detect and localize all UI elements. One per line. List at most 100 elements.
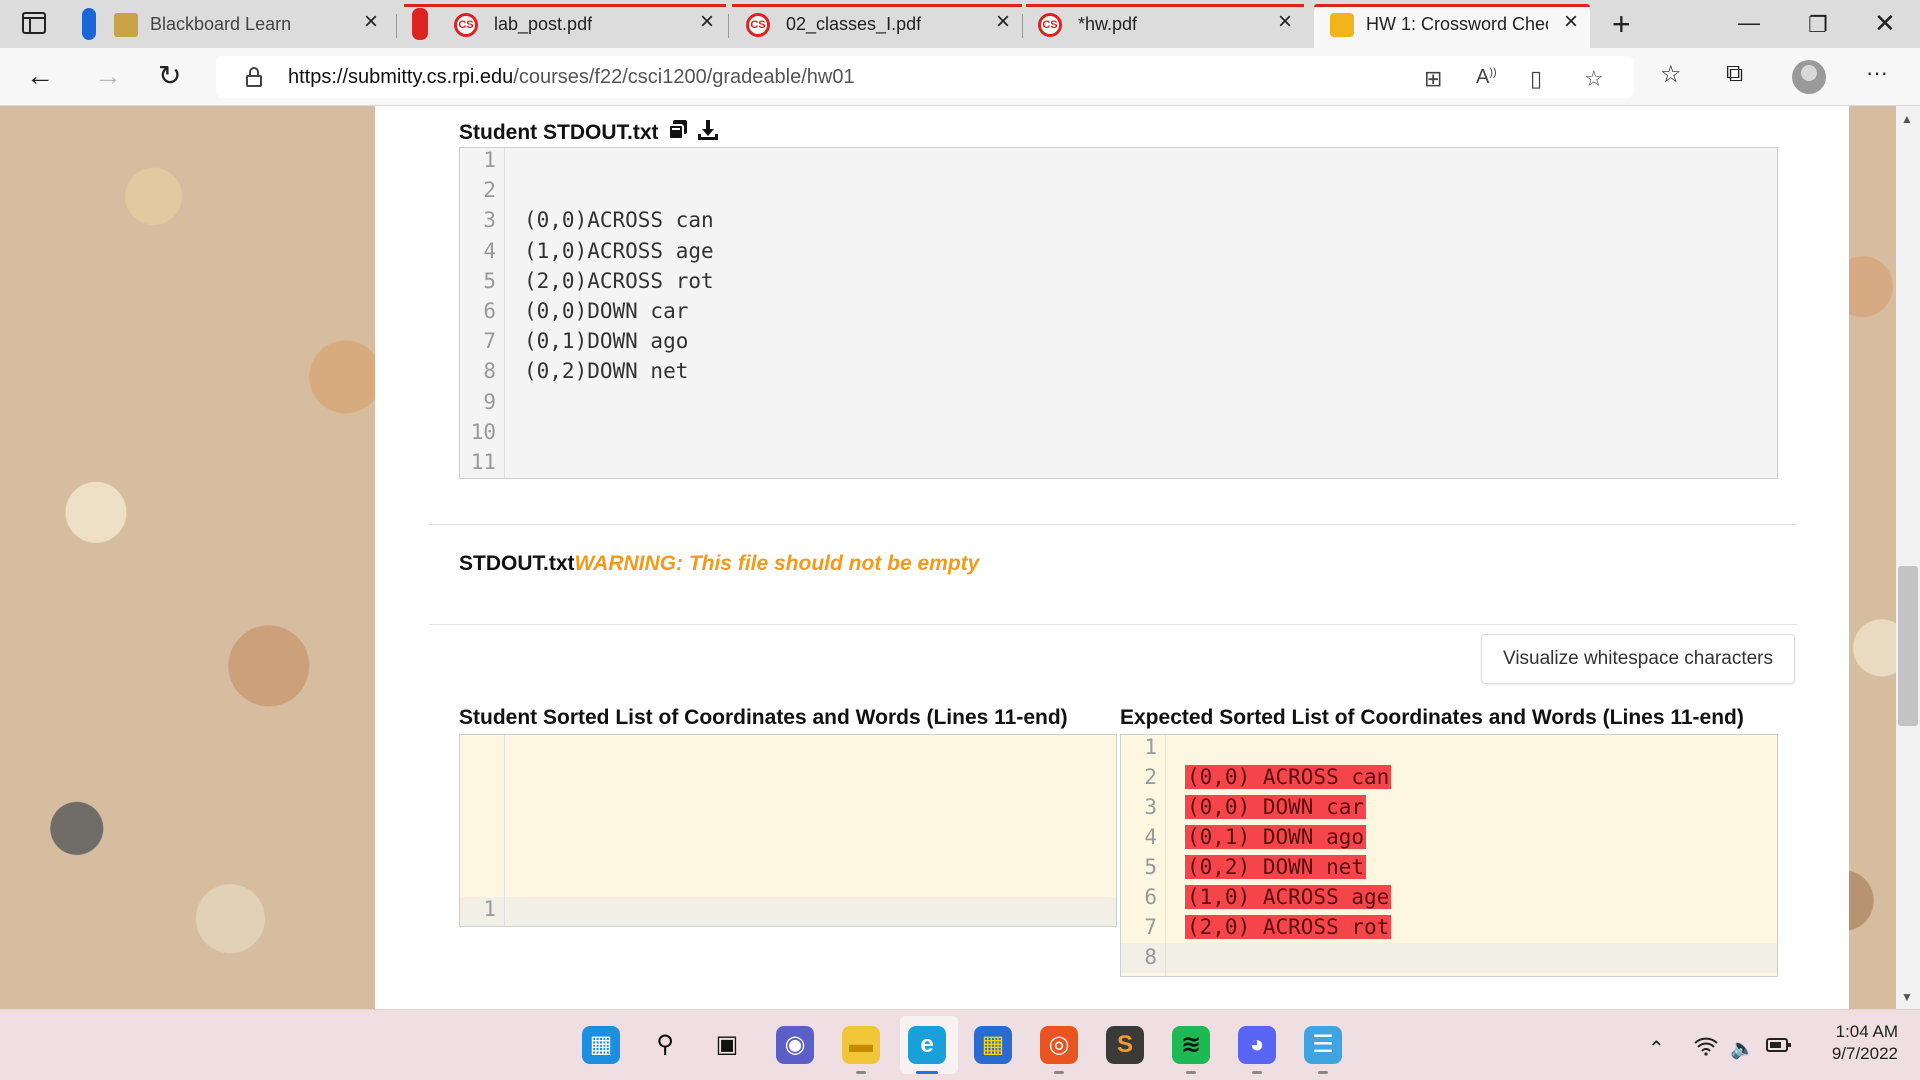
tab-group-line	[732, 4, 1022, 7]
favorites-icon[interactable]: ☆	[1660, 60, 1682, 89]
line-number: 1	[1144, 735, 1157, 759]
line-number: 2	[483, 178, 496, 203]
close-icon[interactable]: ×	[1278, 10, 1292, 34]
line-number: 7	[483, 329, 496, 354]
task-view-icon[interactable]: ▣	[708, 1026, 746, 1064]
profile-avatar[interactable]	[1792, 60, 1826, 94]
close-icon[interactable]: ×	[364, 10, 378, 34]
more-icon[interactable]: ···	[1866, 60, 1888, 86]
tab-group-indicator	[82, 8, 96, 40]
line-number: 1	[483, 148, 496, 172]
tab-title: 02_classes_I.pdf	[786, 14, 922, 34]
spotify-icon[interactable]: ≋	[1172, 1026, 1210, 1064]
submitty-icon	[1330, 13, 1354, 37]
section-divider	[429, 524, 1797, 525]
tab-blackboard[interactable]: Blackboard Learn ×	[82, 4, 390, 44]
file-explorer-icon[interactable]: ▬	[842, 1026, 880, 1064]
screen: Blackboard Learn × CS lab_post.pdf × CS …	[0, 0, 1920, 1080]
close-icon[interactable]: ×	[700, 10, 714, 34]
minimize-icon[interactable]: —	[1738, 10, 1760, 36]
visualize-whitespace-button[interactable]: Visualize whitespace characters	[1481, 634, 1795, 684]
volume-icon[interactable]: 🔈	[1730, 1036, 1755, 1061]
tab-separator	[1022, 14, 1023, 38]
new-tab-icon[interactable]: +	[1612, 8, 1631, 40]
page-scrollbar[interactable]	[1896, 106, 1920, 1009]
back-icon[interactable]: ←	[26, 60, 54, 92]
clock-date: 9/7/2022	[1831, 1044, 1898, 1063]
code-line: (0,0) ACROSS can	[1185, 765, 1392, 789]
read-aloud-icon[interactable]: A))	[1476, 66, 1497, 89]
code-line: (1,0) ACROSS age	[1185, 885, 1392, 909]
line-number: 5	[483, 268, 496, 293]
edge-icon[interactable]: e	[908, 1026, 946, 1064]
discord-icon[interactable]: ◕	[1238, 1026, 1276, 1064]
tab-hw-pdf[interactable]: CS *hw.pdf ×	[1026, 4, 1304, 44]
forward-icon[interactable]: →	[94, 60, 122, 92]
tab-separator	[396, 14, 397, 38]
sublime-text-icon[interactable]: S	[1106, 1026, 1144, 1064]
code-line: (0,0)DOWN car	[524, 299, 689, 323]
url-field[interactable]: https://submitty.cs.rpi.edu/courses/f22/…	[216, 56, 1634, 98]
ubuntu-icon[interactable]: ◎	[1040, 1026, 1078, 1064]
tab-hw1-active[interactable]: HW 1: Crossword Check ×	[1314, 4, 1590, 48]
tab-group-line	[404, 4, 726, 7]
microsoft-store-icon[interactable]: ▦	[974, 1026, 1012, 1064]
diff-highlight: (2,0) ACROSS rot	[1185, 915, 1392, 939]
windows-start-icon[interactable]: ▦	[582, 1026, 620, 1064]
line-number: 2	[1144, 765, 1157, 789]
line-number: 8	[483, 359, 496, 384]
cs-pdf-icon: CS	[454, 13, 478, 37]
collections-icon[interactable]: ⧉	[1726, 60, 1743, 88]
running-indicator	[1186, 1071, 1196, 1074]
download-icon[interactable]	[696, 118, 720, 142]
tab-separator	[728, 14, 729, 38]
address-bar: ← → ↻ https://submitty.cs.rpi.edu/course…	[0, 48, 1920, 106]
tab-actions-icon[interactable]	[22, 12, 46, 34]
line-number: 7	[1144, 915, 1157, 939]
close-icon[interactable]: ×	[996, 10, 1010, 34]
expected-sorted-heading: Expected Sorted List of Coordinates and …	[1120, 706, 1744, 729]
battery-icon[interactable]	[1766, 1036, 1792, 1059]
diff-highlight: (0,0) DOWN car	[1185, 795, 1367, 819]
search-icon[interactable]: ⚲	[646, 1026, 684, 1064]
code-line: (0,1)DOWN ago	[524, 329, 689, 354]
url-text[interactable]: https://submitty.cs.rpi.edu/courses/f22/…	[288, 66, 855, 89]
refresh-icon[interactable]: ↻	[158, 60, 181, 92]
blackboard-icon	[114, 13, 138, 37]
line-number: 10	[470, 419, 496, 444]
lock-icon[interactable]	[246, 67, 262, 87]
app-available-icon[interactable]: ⊞	[1424, 66, 1442, 92]
code-line: (0,1) DOWN ago	[1185, 825, 1367, 849]
diff-highlight: (1,0) ACROSS age	[1185, 885, 1392, 909]
immersive-reader-icon[interactable]: ▯	[1530, 66, 1542, 92]
copy-icon[interactable]	[666, 118, 690, 142]
scroll-up-icon[interactable]: ▲	[1901, 112, 1913, 126]
code-line: (1,0)ACROSS age	[524, 238, 714, 263]
expected-sorted-code[interactable]: 1 2 (0,0) ACROSS can 3 (0,0) DOWN car 4 (0,1) …	[1120, 734, 1778, 977]
tab-lab-post[interactable]: CS lab_post.pdf ×	[404, 4, 726, 44]
diff-highlight: (0,1) DOWN ago	[1185, 825, 1367, 849]
restore-icon[interactable]: ❐	[1808, 12, 1828, 38]
student-stdout-code[interactable]: 1 2 3 (0,0)ACROSS can 4 (1,0)ACROSS age 5 (2,0)…	[459, 147, 1778, 479]
student-sorted-code[interactable]: 1	[459, 734, 1117, 927]
chat-icon[interactable]: ◉	[776, 1026, 814, 1064]
code-line: (2,0)ACROSS rot	[524, 268, 714, 293]
file-name: STDOUT.txt	[459, 552, 575, 575]
code-line: (0,0) DOWN car	[1185, 795, 1367, 819]
tab-title: lab_post.pdf	[494, 14, 593, 34]
scroll-down-icon[interactable]: ▼	[1901, 990, 1913, 1004]
code-line: (0,0)ACROSS can	[524, 208, 714, 233]
add-favorite-icon[interactable]: ☆	[1584, 66, 1604, 92]
close-window-icon[interactable]: ✕	[1874, 8, 1896, 39]
close-icon[interactable]: ×	[1564, 10, 1578, 34]
tab-group-line	[1026, 4, 1304, 7]
tray-overflow-icon[interactable]: ⌃	[1648, 1036, 1665, 1061]
line-number: 9	[483, 389, 496, 414]
system-clock[interactable]: 1:04 AM 9/7/2022	[1808, 1021, 1898, 1065]
scrollbar-thumb[interactable]	[1898, 566, 1918, 726]
notepad-icon[interactable]: ☰	[1304, 1026, 1342, 1064]
empty-line-band	[1121, 943, 1777, 973]
line-number: 3	[1144, 795, 1157, 819]
tab-classes-pdf[interactable]: CS 02_classes_I.pdf ×	[732, 4, 1022, 44]
wifi-icon[interactable]	[1694, 1036, 1718, 1062]
